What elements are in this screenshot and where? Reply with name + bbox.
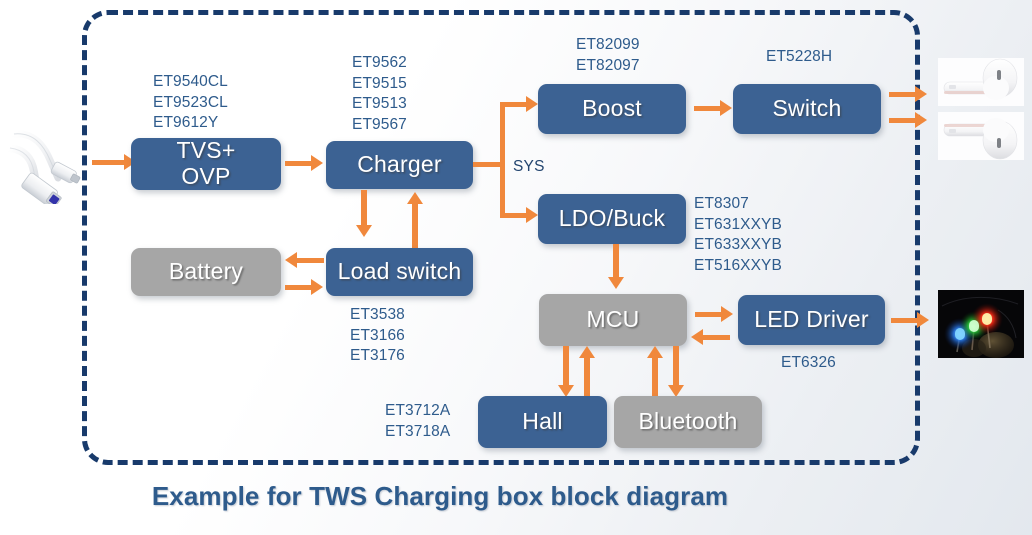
rgb-leds-photo (938, 290, 1024, 358)
parts-label-boost: ET82099 ET82097 (576, 36, 640, 74)
arrow-bluetooth-to-mcu-head (646, 346, 663, 358)
arrow-sys-to-ldobuck-head (526, 207, 538, 223)
block-hall[interactable]: Hall (478, 396, 607, 448)
block-charger[interactable]: Charger (326, 141, 473, 189)
arrow-loadswitch-to-charger-line (412, 202, 418, 248)
arrow-mcu-to-leddriver-head (721, 306, 733, 322)
arrow-switch-to-earbud-bottom-line (889, 118, 917, 123)
block-boost[interactable]: Boost (538, 84, 686, 134)
arrow-leddriver-to-leds-head (917, 312, 929, 328)
block-load-switch[interactable]: Load switch (326, 248, 473, 296)
arrow-loadswitch-to-battery-head (285, 252, 297, 268)
arrow-charger-to-loadswitch-head (355, 225, 372, 237)
block-ldo-buck[interactable]: LDO/Buck (538, 194, 686, 244)
arrow-hall-to-mcu-head (578, 346, 595, 358)
arrow-tvs-to-charger-head (311, 155, 323, 171)
parts-label-ldo-buck: ET8307 ET631XXYB ET633XXYB ET516XXYB (694, 195, 782, 274)
sys-bus-vertical (500, 102, 505, 218)
parts-label-led-driver: ET6326 (781, 354, 836, 371)
arrow-leddriver-to-leds-line (891, 318, 919, 323)
parts-label-load-switch: ET3538 ET3166 ET3176 (350, 306, 405, 365)
arrow-boost-to-switch-head (720, 100, 732, 116)
arrow-leddriver-to-mcu-line (702, 335, 730, 340)
parts-label-tvs-ovp: ET9540CL ET9523CL ET9612Y (153, 73, 228, 132)
arrow-sys-to-boost-head (526, 96, 538, 112)
block-mcu[interactable]: MCU (539, 294, 687, 346)
arrow-charger-to-loadswitch-line (361, 190, 367, 227)
block-tvs-ovp[interactable]: TVS+ OVP (131, 137, 281, 190)
block-led-driver[interactable]: LED Driver (738, 295, 885, 345)
arrow-ldobuck-to-mcu-line (613, 244, 619, 280)
arrow-switch-to-earbud-top-head (915, 86, 927, 102)
arrow-mcu-to-bluetooth-line (673, 346, 679, 388)
arrow-leddriver-to-mcu-head (691, 329, 703, 345)
sys-bus-label: SYS (513, 158, 545, 175)
arrow-boost-to-switch-line (694, 106, 722, 111)
arrow-mcu-to-leddriver-line (695, 312, 723, 317)
arrow-loadswitch-to-charger-head (406, 192, 423, 204)
arrow-usb-to-tvs-line (92, 160, 126, 165)
arrow-mcu-to-hall-line (563, 346, 569, 388)
block-battery[interactable]: Battery (131, 248, 281, 296)
arrow-switch-to-earbud-top-line (889, 92, 917, 97)
block-switch[interactable]: Switch (733, 84, 881, 134)
usb-cable-photo (8, 130, 81, 204)
parts-label-hall: ET3712A ET3718A (385, 402, 451, 440)
parts-label-switch: ET5228H (766, 48, 833, 65)
block-diagram-canvas: ET9540CL ET9523CL ET9612Y TVS+ OVP ET956… (0, 0, 1032, 535)
arrow-battery-to-loadswitch-head (311, 279, 323, 295)
diagram-caption: Example for TWS Charging box block diagr… (151, 481, 729, 511)
arrow-switch-to-earbud-bottom-head (915, 112, 927, 128)
parts-label-charger: ET9562 ET9515 ET9513 ET9567 (352, 54, 407, 133)
earbud-photo-top (938, 58, 1024, 106)
arrow-bluetooth-to-mcu-line (652, 356, 658, 398)
earbud-photo-bottom (938, 112, 1024, 160)
arrow-tvs-to-charger-line (285, 161, 313, 166)
arrow-ldobuck-to-mcu-head (607, 277, 624, 289)
arrow-loadswitch-to-battery-line (296, 258, 324, 263)
block-bluetooth[interactable]: Bluetooth (614, 396, 762, 448)
arrow-hall-to-mcu-line (584, 356, 590, 398)
arrow-battery-to-loadswitch-line (285, 285, 313, 290)
